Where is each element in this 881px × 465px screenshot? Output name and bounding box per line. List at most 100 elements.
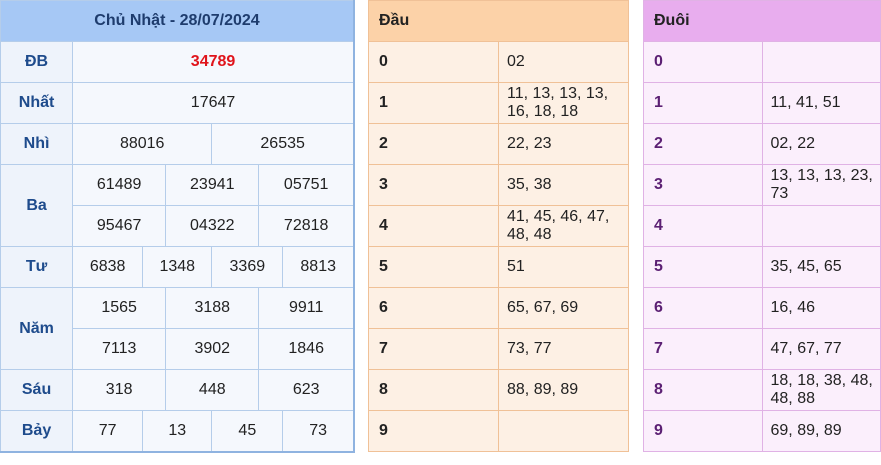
tail-row: 7 47, 67, 77 xyxy=(643,328,881,370)
tail-values: 35, 45, 65 xyxy=(761,246,881,288)
tail-digit: 3 xyxy=(643,164,763,206)
tail-values: 16, 46 xyxy=(761,287,881,329)
head-values: 22, 23 xyxy=(498,123,629,165)
tail-values: 11, 41, 51 xyxy=(761,82,881,124)
prize-row-sixth: Sáu 318 448 623 xyxy=(0,369,355,411)
prize-label: Nhì xyxy=(0,123,74,165)
head-row: 0 02 xyxy=(368,41,629,83)
tail-table-title: Đuôi xyxy=(643,0,881,42)
prize-number: 6838 xyxy=(72,246,144,288)
prize-number: 1846 xyxy=(258,328,355,370)
tail-row: 0 xyxy=(643,41,881,83)
head-values: 35, 38 xyxy=(498,164,629,206)
head-row: 9 xyxy=(368,410,629,452)
prize-label: Tư xyxy=(0,246,74,288)
prize-row-second: Nhì 88016 26535 xyxy=(0,123,355,165)
head-digit: 2 xyxy=(368,123,499,165)
head-digit: 9 xyxy=(368,410,499,452)
head-row: 1 11, 13, 13, 13, 16, 18, 18 xyxy=(368,82,629,124)
head-digit-table: Đầu 0 02 1 11, 13, 13, 13, 16, 18, 18 2 22,… xyxy=(368,0,629,452)
prize-number: 3902 xyxy=(165,328,260,370)
tail-digit: 0 xyxy=(643,41,763,83)
tail-row: 3 13, 13, 13, 23, 73 xyxy=(643,164,881,206)
tail-digit: 8 xyxy=(643,369,763,411)
tail-digit: 2 xyxy=(643,123,763,165)
head-digit: 5 xyxy=(368,246,499,288)
tail-values: 69, 89, 89 xyxy=(761,410,881,452)
head-values xyxy=(498,410,629,452)
prize-number: 1565 xyxy=(72,287,167,329)
head-digit: 8 xyxy=(368,369,499,411)
tail-values xyxy=(761,41,881,83)
head-digit: 1 xyxy=(368,82,499,124)
head-values: 41, 45, 46, 47, 48, 48 xyxy=(498,205,629,247)
head-row: 8 88, 89, 89 xyxy=(368,369,629,411)
prize-number: 05751 xyxy=(258,164,355,206)
prize-number: 8813 xyxy=(282,246,355,288)
head-values: 02 xyxy=(498,41,629,83)
head-row: 7 73, 77 xyxy=(368,328,629,370)
prize-row-third: Ba 61489 23941 05751 xyxy=(0,164,355,247)
draw-date-title: Chủ Nhật - 28/07/2024 xyxy=(0,0,355,42)
tail-row: 9 69, 89, 89 xyxy=(643,410,881,452)
tail-row: 6 16, 46 xyxy=(643,287,881,329)
prize-label: Nhất xyxy=(0,82,74,124)
tail-digit: 1 xyxy=(643,82,763,124)
prize-number: 77 xyxy=(72,410,144,452)
head-row: 2 22, 23 xyxy=(368,123,629,165)
tail-row: 1 11, 41, 51 xyxy=(643,82,881,124)
prize-row-seventh: Bảy 77 13 45 73 xyxy=(0,410,355,452)
tail-values: 18, 18, 38, 48, 48, 88 xyxy=(761,369,881,411)
prize-number: 448 xyxy=(165,369,260,411)
prize-row-fourth: Tư 6838 1348 3369 8813 xyxy=(0,246,355,288)
tail-row: 2 02, 22 xyxy=(643,123,881,165)
prize-row-fifth: Năm 1565 3188 9911 xyxy=(0,287,355,370)
head-values: 73, 77 xyxy=(498,328,629,370)
tail-digit: 5 xyxy=(643,246,763,288)
prize-number: 45 xyxy=(211,410,284,452)
prize-number: 34789 xyxy=(72,41,355,83)
head-row: 4 41, 45, 46, 47, 48, 48 xyxy=(368,205,629,247)
prize-number: 23941 xyxy=(165,164,260,206)
prize-number: 04322 xyxy=(165,205,260,247)
tail-digit: 9 xyxy=(643,410,763,452)
tail-digit-table: Đuôi 0 1 11, 41, 51 2 02, 22 3 13, 13, 13, … xyxy=(643,0,881,452)
prize-row-special: ĐB 34789 xyxy=(0,41,355,83)
prize-number: 88016 xyxy=(72,123,213,165)
prize-number: 318 xyxy=(72,369,167,411)
tail-digit: 6 xyxy=(643,287,763,329)
prize-number: 9911 xyxy=(258,287,355,329)
prize-number: 95467 xyxy=(72,205,167,247)
head-table-title: Đầu xyxy=(368,0,629,42)
prize-number: 13 xyxy=(142,410,213,452)
head-values: 11, 13, 13, 13, 16, 18, 18 xyxy=(498,82,629,124)
prize-label: Năm xyxy=(0,287,74,370)
head-row: 6 65, 67, 69 xyxy=(368,287,629,329)
prize-number: 7113 xyxy=(72,328,167,370)
head-row: 5 51 xyxy=(368,246,629,288)
head-values: 65, 67, 69 xyxy=(498,287,629,329)
head-values: 88, 89, 89 xyxy=(498,369,629,411)
prize-row-first: Nhất 17647 xyxy=(0,82,355,124)
head-row: 3 35, 38 xyxy=(368,164,629,206)
prize-number: 1348 xyxy=(142,246,213,288)
tail-row: 5 35, 45, 65 xyxy=(643,246,881,288)
head-digit: 3 xyxy=(368,164,499,206)
tail-digit: 7 xyxy=(643,328,763,370)
results-table: Chủ Nhật - 28/07/2024 ĐB 34789 Nhất 1764… xyxy=(0,0,355,453)
head-digit: 0 xyxy=(368,41,499,83)
tail-values: 47, 67, 77 xyxy=(761,328,881,370)
prize-label: ĐB xyxy=(0,41,74,83)
prize-number: 72818 xyxy=(258,205,355,247)
head-digit: 7 xyxy=(368,328,499,370)
prize-label: Bảy xyxy=(0,410,74,452)
tail-row: 4 xyxy=(643,205,881,247)
prize-number: 17647 xyxy=(72,82,355,124)
tail-row: 8 18, 18, 38, 48, 48, 88 xyxy=(643,369,881,411)
prize-number: 61489 xyxy=(72,164,167,206)
prize-number: 3369 xyxy=(211,246,284,288)
tail-digit: 4 xyxy=(643,205,763,247)
prize-number: 73 xyxy=(282,410,355,452)
prize-label: Ba xyxy=(0,164,74,247)
tail-values xyxy=(761,205,881,247)
